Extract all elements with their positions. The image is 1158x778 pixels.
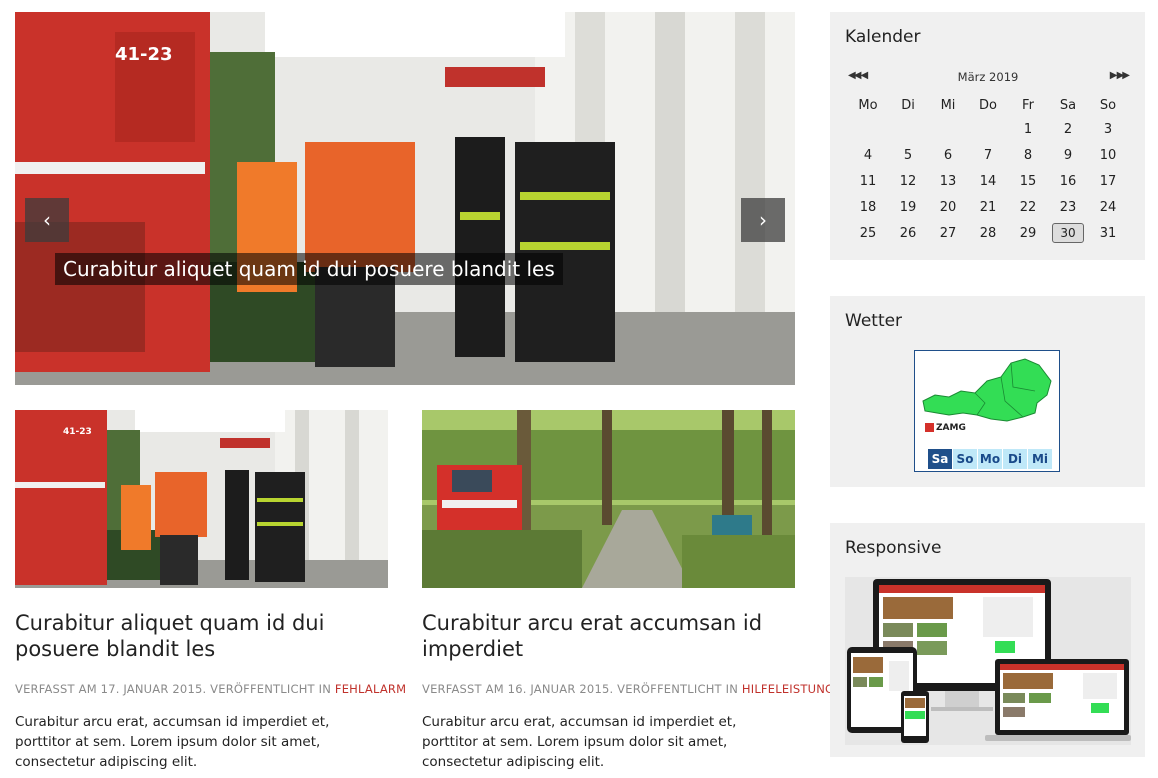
chevron-left-icon: ‹ [43, 208, 51, 232]
calendar-day[interactable]: 11 [848, 168, 888, 194]
calendar-week: 4 5 6 7 8 9 10 [848, 142, 1128, 168]
zamg-logo-icon [925, 423, 934, 432]
calendar-day[interactable]: 7 [968, 142, 1008, 168]
responsive-widget: Responsive [830, 523, 1145, 757]
zamg-logo-text: ZAMG [936, 423, 966, 433]
calendar-weekday: Sa [1059, 97, 1077, 113]
calendar-day[interactable]: 12 [888, 168, 928, 194]
calendar-day[interactable]: 10 [1088, 142, 1128, 168]
calendar-day[interactable]: 29 [1008, 220, 1048, 246]
calendar-day [928, 116, 968, 142]
calendar-next-icon[interactable]: ▶ ▶▶ [1110, 70, 1130, 81]
calendar-weekday: Mi [940, 97, 956, 113]
calendar-day[interactable]: 26 [888, 220, 928, 246]
calendar-day[interactable]: 18 [848, 194, 888, 220]
widget-title: Kalender [845, 27, 921, 47]
calendar-week: 18 19 20 21 22 23 24 [848, 194, 1128, 220]
calendar-day[interactable]: 13 [928, 168, 968, 194]
weather-day-tab[interactable]: So [952, 449, 977, 469]
article-excerpt: Curabitur arcu erat, accumsan id imperdi… [422, 714, 737, 770]
weather-day-tab[interactable]: Mi [1027, 449, 1052, 469]
calendar-weekday: Do [979, 97, 997, 113]
calendar-weekday: Mo [858, 97, 878, 113]
svg-text:41-23: 41-23 [63, 427, 92, 437]
calendar-today[interactable]: 30 [1052, 223, 1084, 243]
calendar-day [888, 116, 928, 142]
weather-map[interactable]: ZAMG Sa So Mo Di Mi [914, 350, 1060, 472]
calendar-prev-icon[interactable]: ◀◀ ◀ [848, 70, 868, 81]
widget-title: Responsive [845, 538, 942, 558]
calendar-day[interactable]: 27 [928, 220, 968, 246]
calendar-day[interactable]: 24 [1088, 194, 1128, 220]
article-image [422, 410, 795, 588]
calendar-day[interactable]: 6 [928, 142, 968, 168]
calendar-day[interactable]: 17 [1088, 168, 1128, 194]
devices-mockup-icon [845, 577, 1131, 745]
calendar-day[interactable]: 28 [968, 220, 1008, 246]
article-meta: VERFASST AM 17. JANUAR 2015. VERÖFFENTLI… [15, 682, 406, 696]
calendar-day[interactable]: 1 [1008, 116, 1048, 142]
calendar-grid: Mo Di Mi Do Fr Sa So 1 2 3 4 5 6 7 8 9 10 11 12 13 14 15 16 17… [848, 94, 1128, 246]
calendar-weekday: Di [901, 97, 915, 113]
calendar-day[interactable]: 22 [1008, 194, 1048, 220]
article-thumbnail[interactable]: 41-23 [15, 410, 388, 588]
zamg-logo: ZAMG [925, 423, 966, 433]
article-card: Curabitur arcu erat accumsan id imperdie… [422, 410, 834, 772]
calendar-week: 123 [848, 116, 1128, 142]
calendar-widget: Kalender ◀◀ ◀ März 2019 ▶ ▶▶ Mo Di Mi Do Fr S… [830, 12, 1145, 260]
calendar-day[interactable]: 19 [888, 194, 928, 220]
responsive-devices-image [845, 577, 1131, 745]
calendar-day [968, 116, 1008, 142]
calendar-day[interactable]: 15 [1008, 168, 1048, 194]
article-excerpt: Curabitur arcu erat, accumsan id imperdi… [15, 714, 330, 770]
calendar-day[interactable]: 21 [968, 194, 1008, 220]
article-meta: VERFASST AM 16. JANUAR 2015. VERÖFFENTLI… [422, 682, 834, 696]
article-meta-text: VERFASST AM 17. JANUAR 2015. VERÖFFENTLI… [15, 682, 335, 696]
article-image: 41-23 [15, 410, 388, 588]
calendar-weekday: Fr [1022, 97, 1034, 113]
calendar-day[interactable]: 14 [968, 168, 1008, 194]
weather-day-tab[interactable]: Sa [927, 449, 952, 469]
calendar-weekday: So [1099, 97, 1117, 113]
slider-prev-button[interactable]: ‹ [25, 198, 69, 242]
hero-image: 41-23 [15, 12, 795, 385]
slider-next-button[interactable]: › [741, 198, 785, 242]
hero-caption[interactable]: Curabitur aliquet quam id dui posuere bl… [55, 253, 563, 285]
weather-day-tab[interactable]: Di [1002, 449, 1027, 469]
calendar-day[interactable]: 3 [1088, 116, 1128, 142]
calendar-day [848, 116, 888, 142]
article-category-link[interactable]: FEHLALARM [335, 682, 406, 696]
chevron-right-icon: › [759, 208, 767, 232]
article-thumbnail[interactable] [422, 410, 795, 588]
svg-text:41-23: 41-23 [115, 44, 173, 65]
calendar-day[interactable]: 25 [848, 220, 888, 246]
calendar-day[interactable]: 4 [848, 142, 888, 168]
calendar-day[interactable]: 5 [888, 142, 928, 168]
calendar-day[interactable]: 8 [1008, 142, 1048, 168]
article-title[interactable]: Curabitur aliquet quam id dui posuere bl… [15, 610, 388, 662]
article-meta-text: VERFASST AM 16. JANUAR 2015. VERÖFFENTLI… [422, 682, 742, 696]
calendar-day[interactable]: 9 [1048, 142, 1088, 168]
calendar-week: 25 26 27 28 29 30 31 [848, 220, 1128, 246]
weather-widget: Wetter ZAMG Sa So Mo Di Mi [830, 296, 1145, 487]
calendar-day[interactable]: 2 [1048, 116, 1088, 142]
article-card: 41-23 Curabitur aliquet quam id dui posu… [15, 410, 406, 772]
calendar-day[interactable]: 30 [1048, 220, 1088, 246]
hero-slider[interactable]: 41-23 ‹ › Curabitur aliquet quam id dui … [15, 12, 795, 385]
calendar-month: März 2019 [957, 70, 1019, 84]
calendar-day[interactable]: 16 [1048, 168, 1088, 194]
calendar-week: 11 12 13 14 15 16 17 [848, 168, 1128, 194]
weather-day-tab[interactable]: Mo [977, 449, 1002, 469]
calendar-day[interactable]: 23 [1048, 194, 1088, 220]
weather-days: Sa So Mo Di Mi [927, 449, 1052, 469]
article-title[interactable]: Curabitur arcu erat accumsan id imperdie… [422, 610, 795, 662]
calendar-day[interactable]: 31 [1088, 220, 1128, 246]
widget-title: Wetter [845, 311, 903, 331]
article-category-link[interactable]: HILFELEISTUNG [742, 682, 834, 696]
calendar-day[interactable]: 20 [928, 194, 968, 220]
calendar-nav: ◀◀ ◀ März 2019 ▶ ▶▶ [848, 70, 1130, 84]
